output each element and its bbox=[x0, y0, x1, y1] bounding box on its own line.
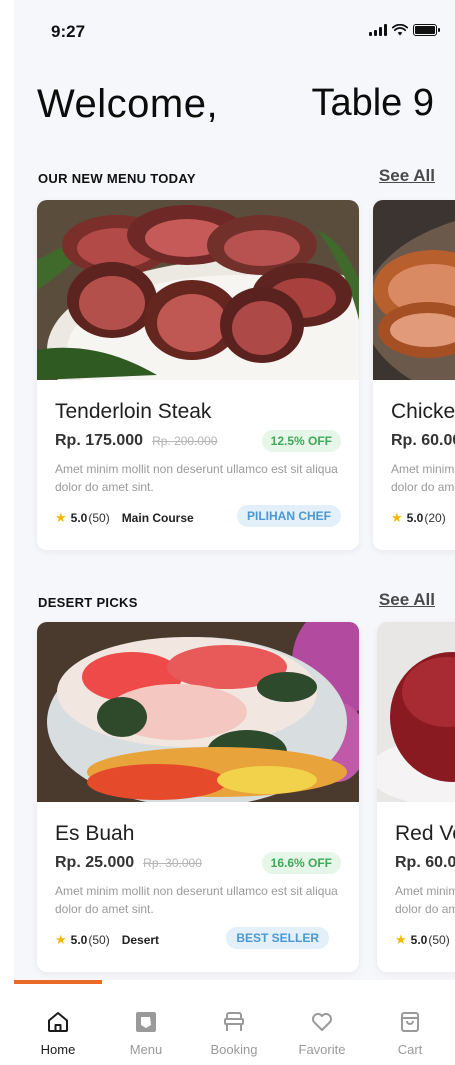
see-all-desert-link[interactable]: See All bbox=[379, 590, 435, 610]
item-rating: 5.0 bbox=[70, 933, 88, 947]
nav-item-booking[interactable]: Booking bbox=[190, 1010, 278, 1057]
chair-icon bbox=[224, 1012, 244, 1031]
star-icon: ★ bbox=[55, 932, 67, 947]
menu-card-chicken[interactable]: Chicken Katsu Rp. 60.000 Amet minim moll… bbox=[373, 200, 455, 550]
nav-label: Favorite bbox=[298, 1042, 346, 1057]
item-rating: 5.0 bbox=[410, 933, 428, 947]
item-name: Chicken Katsu bbox=[391, 400, 455, 423]
item-description: Amet minim mollit non deserunt ullamco e… bbox=[55, 884, 338, 916]
discount-badge: 16.6% OFF bbox=[261, 852, 341, 874]
item-meta: ★ 5.0 (50) Main Course PILIHAN CHEF bbox=[55, 505, 341, 527]
item-review-count: (50) bbox=[428, 933, 450, 947]
item-price: Rp. 175.000 bbox=[55, 432, 144, 449]
section-title-desert-picks: DESERT PICKS bbox=[38, 595, 138, 610]
item-review-count: (50) bbox=[88, 933, 110, 947]
status-time: 9:27 bbox=[51, 22, 86, 41]
item-review-count: (20) bbox=[424, 511, 446, 525]
status-icons bbox=[369, 24, 440, 36]
chicken-katsu-photo bbox=[373, 200, 455, 380]
item-rating: 5.0 bbox=[70, 511, 88, 525]
section-title-new-menu: OUR NEW MENU TODAY bbox=[38, 171, 196, 186]
home-icon bbox=[48, 1012, 68, 1032]
nav-item-menu[interactable]: Menu bbox=[102, 1010, 190, 1057]
menu-card-tenderloin-steak[interactable]: Tenderloin Steak Rp. 175.000 Rp. 200.000… bbox=[37, 200, 359, 550]
battery-icon bbox=[413, 24, 440, 36]
star-icon: ★ bbox=[55, 510, 67, 525]
item-name: Red Velvet bbox=[395, 822, 455, 845]
es-buah-photo bbox=[37, 622, 359, 802]
see-all-new-menu-link[interactable]: See All bbox=[379, 166, 435, 186]
menu-card-es-buah[interactable]: Es Buah Rp. 25.000 Rp. 30.000 16.6% OFF … bbox=[37, 622, 359, 972]
item-name: Tenderloin Steak bbox=[55, 400, 212, 423]
app-screen: 9:27 Welcome, Table 9 OUR NEW MENU TODAY… bbox=[14, 0, 455, 1065]
welcome-heading: Welcome, bbox=[37, 82, 219, 126]
item-meta: ★ 5.0 (20) bbox=[391, 510, 455, 526]
red-velvet-photo bbox=[377, 622, 455, 802]
star-icon: ★ bbox=[395, 932, 407, 947]
item-price: Rp. 60.000 bbox=[391, 432, 455, 449]
item-category: Desert bbox=[121, 933, 160, 947]
cellular-signal-icon bbox=[369, 24, 387, 36]
menu-book-icon bbox=[136, 1012, 156, 1032]
nav-label: Booking bbox=[210, 1042, 258, 1057]
item-meta: ★ 5.0 (50) bbox=[395, 932, 455, 948]
nav-item-favorite[interactable]: Favorite bbox=[278, 1010, 366, 1057]
status-bar: 9:27 bbox=[14, 0, 455, 62]
best-seller-tag: BEST SELLER bbox=[226, 927, 329, 949]
item-description: Amet minim mollit non deserunt ullamco e… bbox=[55, 462, 338, 494]
tenderloin-steak-photo bbox=[37, 200, 359, 380]
item-description: Amet minim mollit non deserunt ullamco e… bbox=[391, 462, 455, 494]
new-menu-carousel[interactable]: Tenderloin Steak Rp. 175.000 Rp. 200.000… bbox=[14, 200, 455, 560]
item-original-price: Rp. 200.000 bbox=[152, 434, 218, 448]
item-meta: ★ 5.0 (50) Desert BEST SELLER bbox=[55, 927, 341, 949]
wifi-icon bbox=[392, 24, 408, 36]
nav-label: Menu bbox=[129, 1042, 163, 1057]
item-category: Main Course bbox=[121, 511, 194, 525]
menu-card-red-velvet[interactable]: Red Velvet Rp. 60.000 Amet minim mollit … bbox=[377, 622, 455, 972]
nav-label: Home bbox=[40, 1042, 76, 1057]
item-rating: 5.0 bbox=[406, 511, 424, 525]
item-name: Es Buah bbox=[55, 822, 135, 845]
nav-item-home[interactable]: Home bbox=[14, 1010, 102, 1057]
bottom-navigation: Home Menu Booking Favorite Cart bbox=[14, 980, 455, 1065]
item-price: Rp. 60.000 bbox=[395, 854, 455, 871]
chef-choice-tag: PILIHAN CHEF bbox=[237, 505, 341, 527]
item-price: Rp. 25.000 bbox=[55, 854, 135, 871]
table-number: Table 9 bbox=[311, 82, 434, 124]
item-review-count: (50) bbox=[88, 511, 110, 525]
heart-icon bbox=[312, 1013, 332, 1031]
desert-carousel[interactable]: Es Buah Rp. 25.000 Rp. 30.000 16.6% OFF … bbox=[14, 622, 455, 982]
shopping-bag-icon bbox=[401, 1012, 419, 1032]
item-description: Amet minim mollit non deserunt ullamco e… bbox=[395, 884, 455, 916]
active-tab-indicator bbox=[14, 980, 102, 984]
discount-badge: 12.5% OFF bbox=[261, 430, 341, 452]
star-icon: ★ bbox=[391, 510, 403, 525]
nav-item-cart[interactable]: Cart bbox=[366, 1010, 454, 1057]
item-original-price: Rp. 30.000 bbox=[143, 856, 202, 870]
nav-label: Cart bbox=[397, 1042, 423, 1057]
